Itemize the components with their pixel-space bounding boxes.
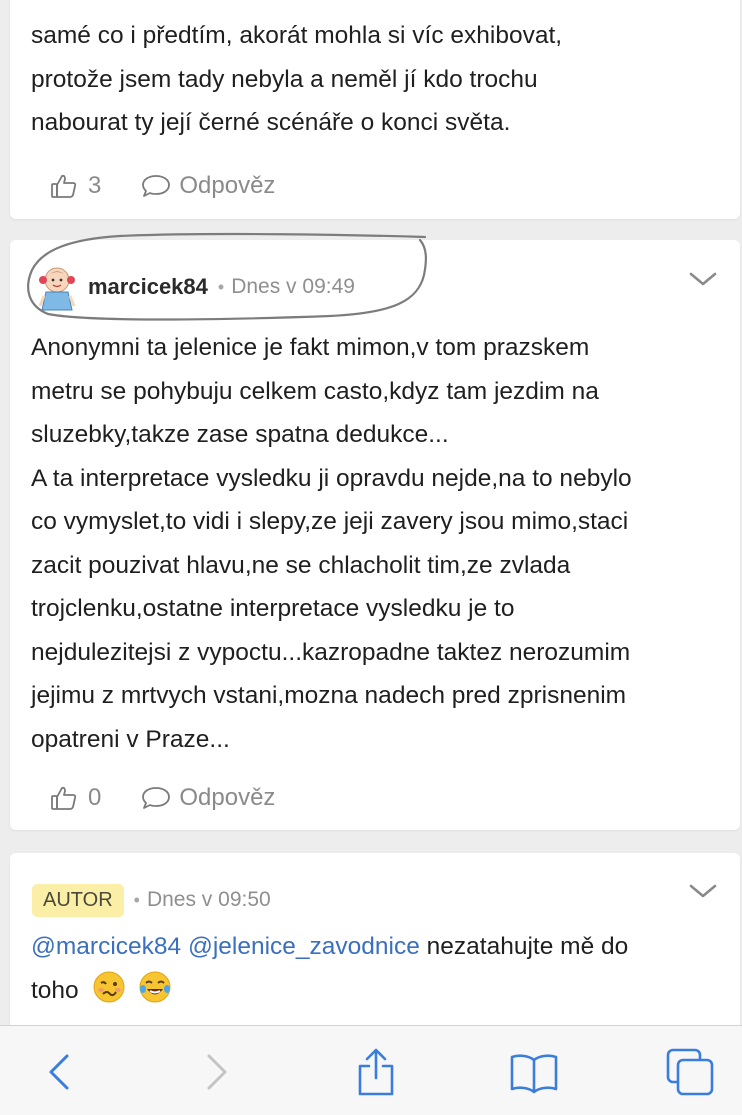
comment-line: jejimu z mrtvych vstani,mozna nadech pre… — [31, 682, 627, 709]
separator-dot: • — [217, 276, 225, 297]
comment-body: samé co i předtím, akorát mohla si víc e… — [31, 14, 721, 145]
share-button[interactable] — [350, 1046, 402, 1098]
reply-label: Odpověz — [179, 784, 276, 811]
woozy-face-icon — [93, 971, 124, 1002]
comment-text: toho — [31, 976, 79, 1004]
speech-bubble-icon — [142, 787, 171, 809]
speech-bubble-icon — [142, 175, 171, 197]
comment-line: Anonymni ta jelenice je fakt mimon,v tom… — [31, 334, 590, 361]
comment-card: marcicek84 • Dnes v 09:49 Anonymni ta je… — [10, 240, 740, 830]
tabs-icon — [666, 1048, 714, 1096]
like-button[interactable]: 0 — [50, 784, 101, 812]
comment-actions: 0 Odpověz — [50, 778, 275, 818]
back-arrow-icon — [49, 1054, 69, 1090]
like-count: 3 — [88, 172, 102, 199]
mention-link[interactable]: @jelenice_zavodnice — [188, 933, 420, 960]
open-book-icon — [510, 1054, 558, 1094]
reply-button[interactable]: Odpověz — [141, 172, 275, 200]
comment-timestamp: Dnes v 09:50 — [146, 888, 271, 911]
reply-button[interactable]: Odpověz — [141, 784, 275, 812]
thumbs-up-icon — [51, 786, 77, 810]
comment-line: trojclenku,ostatne interpretace vysledku… — [31, 595, 515, 622]
browser-toolbar — [0, 1025, 742, 1115]
share-icon — [358, 1048, 394, 1096]
like-count: 0 — [88, 784, 102, 811]
comment-line: nabourat ty její černé scénáře o konci s… — [31, 109, 511, 136]
comment-line: protože jsem tady nebyla a neměl jí kdo … — [31, 65, 538, 93]
reply-label: Odpověz — [179, 172, 276, 199]
comment-line: samé co i předtím, akorát mohla si víc e… — [31, 22, 563, 49]
comment-actions: 3 Odpověz — [50, 166, 275, 206]
comment-timestamp: Dnes v 09:49 — [231, 275, 355, 298]
comment-card: samé co i předtím, akorát mohla si víc e… — [10, 0, 740, 219]
comment-meta: AUTOR • Dnes v 09:50 — [32, 880, 271, 920]
comment-meta: marcicek84 • Dnes v 09:49 — [32, 267, 355, 311]
comment-line: zacit pouzivat hlavu,ne se chlacholit ti… — [31, 551, 571, 579]
comment-line: A ta interpretace vysledku ji opravdu ne… — [31, 464, 632, 492]
like-button[interactable]: 3 — [50, 172, 101, 200]
chevron-down-icon[interactable] — [688, 882, 718, 900]
mention-link[interactable]: @marcicek84 — [31, 933, 181, 960]
comment-line: metru se pohybuju celkem casto,kdyz tam … — [31, 377, 599, 405]
tears-of-joy-icon — [139, 971, 171, 1002]
author-name[interactable]: marcicek84 — [88, 274, 208, 300]
comment-line: nejdulezitejsi z vypoctu...kazropadne ta… — [31, 638, 631, 666]
comment-text: nezatahujte mě do — [419, 933, 629, 960]
bookmarks-button[interactable] — [508, 1046, 560, 1098]
tabs-button[interactable] — [664, 1046, 716, 1098]
comment-line: toho — [31, 969, 721, 1013]
chevron-down-icon[interactable] — [688, 270, 718, 288]
comment-line: co vymyslet,to vidi i slepy,ze jeji zave… — [31, 508, 629, 535]
comment-body: Anonymni ta jelenice je fakt mimon,v tom… — [31, 326, 721, 761]
comment-line: sluzebky,takze zase spatna dedukce... — [31, 421, 449, 448]
comment-line: @marcicek84 @jelenice_zavodnice nezatahu… — [31, 925, 721, 969]
comment-card: AUTOR • Dnes v 09:50 @marcicek84 @jeleni… — [10, 853, 740, 1053]
thumbs-up-icon — [51, 174, 77, 198]
avatar[interactable] — [32, 262, 82, 312]
forward-button[interactable] — [190, 1046, 242, 1098]
separator-dot: • — [133, 889, 140, 910]
comment-body: @marcicek84 @jelenice_zavodnice nezatahu… — [31, 925, 721, 1012]
forward-arrow-icon — [207, 1054, 227, 1090]
back-button[interactable] — [34, 1046, 86, 1098]
comment-line: opatreni v Praze... — [31, 725, 230, 753]
author-badge: AUTOR — [32, 883, 124, 917]
